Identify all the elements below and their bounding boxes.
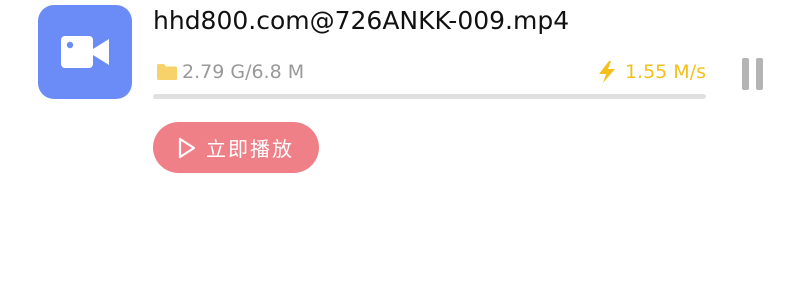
video-file-icon [38, 5, 132, 99]
progress-bar [153, 94, 706, 99]
pause-button[interactable] [737, 56, 769, 92]
lightning-bolt-icon [597, 61, 617, 83]
speed-text: 1.55 M/s [624, 61, 706, 83]
play-now-button[interactable]: 立即播放 [153, 122, 319, 173]
download-speed: 1.55 M/s [597, 60, 706, 84]
video-camera-icon [61, 36, 109, 68]
size-progress: 2.79 G/6.8 M [156, 60, 304, 84]
play-now-label: 立即播放 [206, 137, 294, 161]
folder-icon [156, 63, 178, 81]
size-text: 2.79 G/6.8 M [182, 61, 305, 83]
play-icon [178, 137, 196, 158]
file-name: hhd800.com@726ANKK-009.mp4 [153, 6, 570, 35]
pause-icon [742, 58, 749, 90]
